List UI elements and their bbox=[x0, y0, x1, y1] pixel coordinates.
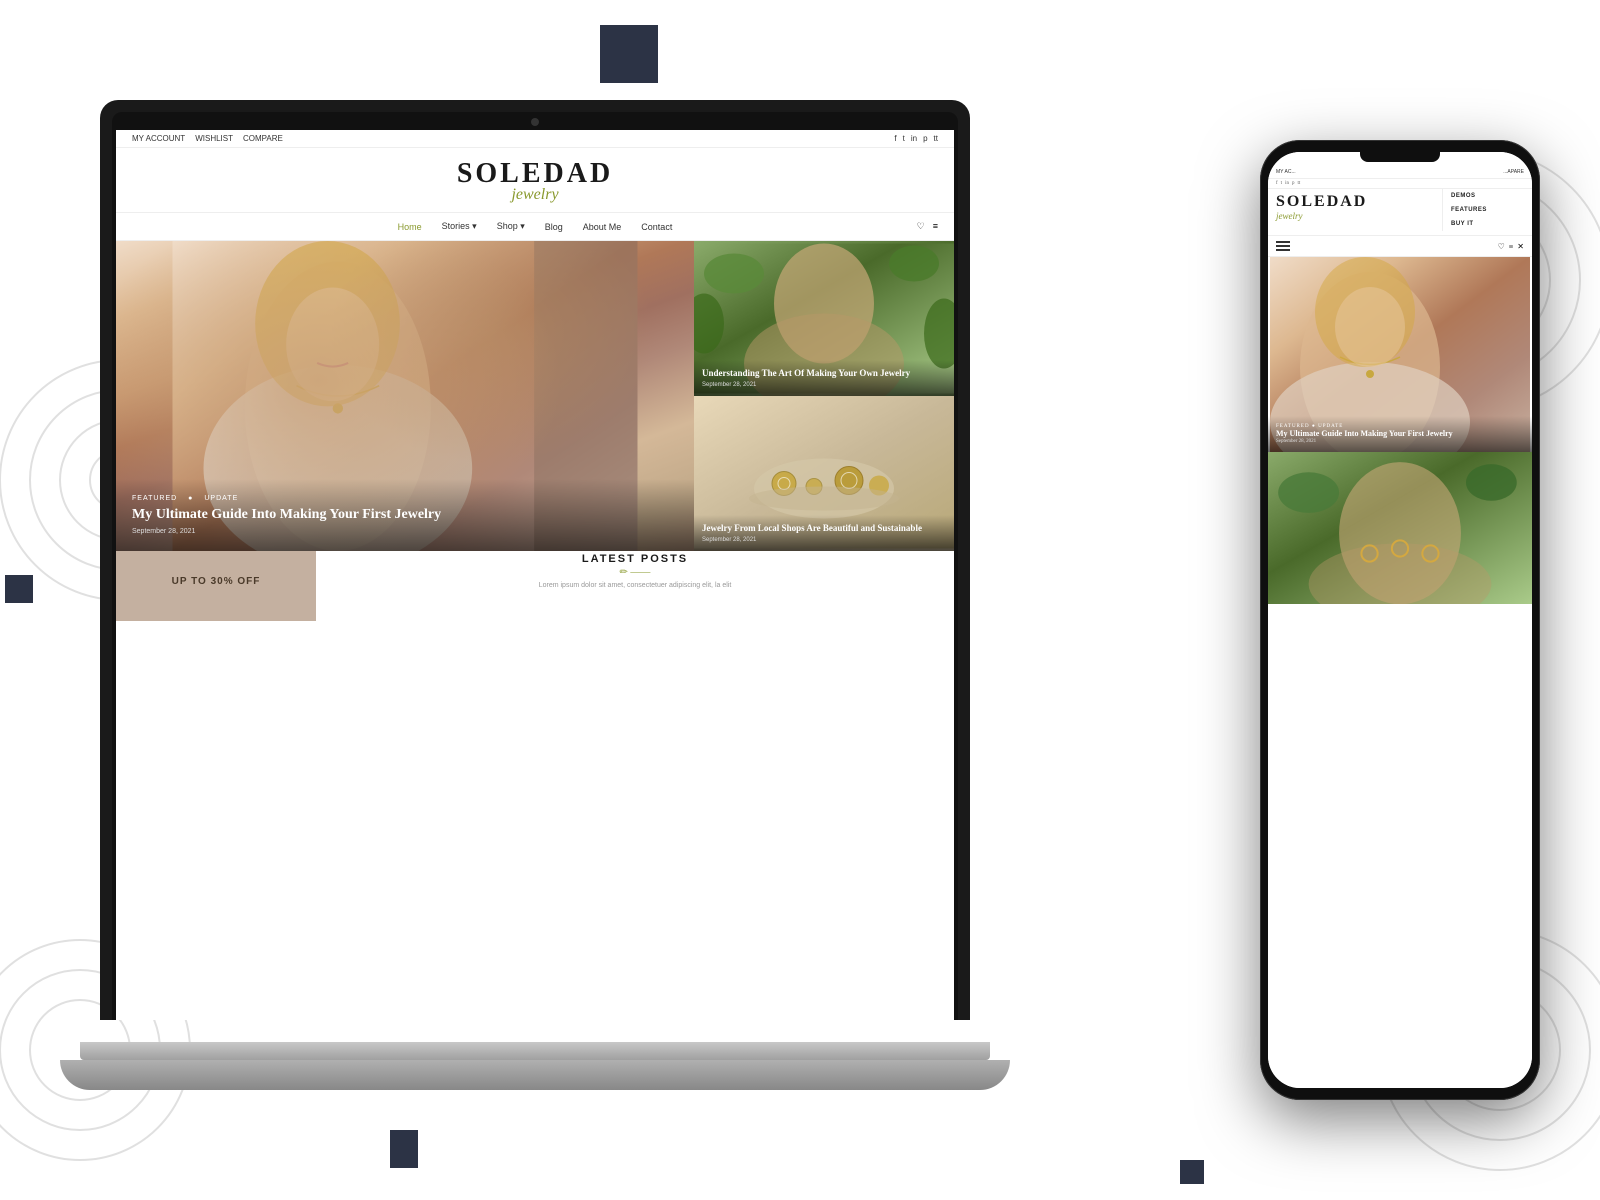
side-post-2-overlay: Jewelry From Local Shops Are Beautiful a… bbox=[694, 515, 954, 551]
phone-side-img[interactable] bbox=[1268, 452, 1532, 609]
side-post-1-title: Understanding The Art Of Making Your Own… bbox=[702, 368, 946, 380]
nav-home[interactable]: Home bbox=[398, 222, 422, 232]
phone-features-link[interactable]: FEATURES bbox=[1451, 207, 1524, 213]
hero-overlay: FEATURED ● UPDATE My Ultimate Guide Into… bbox=[116, 479, 694, 551]
phone-badge-featured: FEATURED bbox=[1276, 424, 1310, 429]
laptop-camera bbox=[531, 118, 539, 126]
pinterest-icon[interactable]: p bbox=[923, 134, 927, 143]
tiktok-icon[interactable]: tt bbox=[934, 134, 938, 143]
topbar-nav: MY ACCOUNT WISHLIST COMPARE bbox=[132, 134, 283, 143]
phone-buyit-link[interactable]: BUY IT bbox=[1451, 221, 1524, 227]
site-logo-sub[interactable]: jewelry bbox=[116, 186, 954, 204]
phone-hamburger[interactable] bbox=[1276, 239, 1290, 253]
side-post-1-overlay: Understanding The Art Of Making Your Own… bbox=[694, 360, 954, 396]
edit-icon: ✏ —— bbox=[336, 567, 934, 578]
phone-fb-icon[interactable]: f bbox=[1276, 181, 1278, 186]
side-post-2-title: Jewelry From Local Shops Are Beautiful a… bbox=[702, 523, 946, 535]
phone-website: MY AC... ...APARE f t in p tt SOL bbox=[1268, 152, 1532, 1088]
badge-dot: ● bbox=[188, 495, 193, 502]
phone-tw-icon[interactable]: t bbox=[1281, 181, 1282, 186]
phone-hero-title[interactable]: My Ultimate Guide Into Making Your First… bbox=[1276, 429, 1524, 439]
phone-body: MY AC... ...APARE f t in p tt SOL bbox=[1260, 140, 1540, 1100]
latest-excerpt: Lorem ipsum dolor sit amet, consectetuer… bbox=[336, 582, 934, 589]
hero-date: September 28, 2021 bbox=[132, 528, 678, 535]
nav-blog[interactable]: Blog bbox=[545, 222, 563, 232]
nav-icons: ♡ ≡ bbox=[917, 221, 938, 232]
phone-search-icon[interactable]: ✕ bbox=[1517, 242, 1524, 251]
laptop-foot bbox=[60, 1060, 1010, 1090]
phone-topbar-right: ...APARE bbox=[1503, 169, 1524, 175]
hero-title[interactable]: My Ultimate Guide Into Making Your First… bbox=[132, 506, 678, 524]
phone-sidebar-menu: DEMOS FEATURES BUY IT bbox=[1442, 189, 1532, 231]
instagram-icon[interactable]: in bbox=[911, 134, 917, 143]
hero-main-post[interactable]: FEATURED ● UPDATE My Ultimate Guide Into… bbox=[116, 241, 694, 551]
side-posts: Understanding The Art Of Making Your Own… bbox=[694, 241, 954, 551]
laptop-screen: MY ACCOUNT WISHLIST COMPARE f t in p tt bbox=[116, 130, 954, 1020]
main-scene: MY ACCOUNT WISHLIST COMPARE f t in p tt bbox=[100, 60, 1540, 1120]
hero-grid: FEATURED ● UPDATE My Ultimate Guide Into… bbox=[116, 241, 954, 541]
site-nav: Home Stories ▾ Shop ▾ Blog About Me Cont… bbox=[116, 213, 954, 241]
side-post-2[interactable]: Jewelry From Local Shops Are Beautiful a… bbox=[694, 396, 954, 551]
phone-social-bar: f t in p tt bbox=[1268, 179, 1532, 189]
laptop-body: MY ACCOUNT WISHLIST COMPARE f t in p tt bbox=[100, 100, 970, 1020]
phone-notch bbox=[1360, 152, 1440, 162]
nav-about[interactable]: About Me bbox=[583, 222, 622, 232]
topbar-social: f t in p tt bbox=[894, 134, 938, 143]
site-header: SOLEDAD jewelry bbox=[116, 148, 954, 213]
twitter-icon[interactable]: t bbox=[903, 134, 905, 143]
latest-posts-section: LATEST POSTS ✏ —— Lorem ipsum dolor sit … bbox=[316, 541, 954, 621]
phone-wishlist-icon[interactable]: ♡ bbox=[1498, 242, 1505, 251]
phone-badge-update: UPDATE bbox=[1318, 424, 1343, 429]
laptop-website: MY ACCOUNT WISHLIST COMPARE f t in p tt bbox=[116, 130, 954, 1020]
phone-tt-icon[interactable]: tt bbox=[1297, 181, 1300, 186]
site-topbar: MY ACCOUNT WISHLIST COMPARE f t in p tt bbox=[116, 130, 954, 148]
topbar-my-account[interactable]: MY ACCOUNT bbox=[132, 134, 185, 143]
phone-hero-date: September 28, 2021 bbox=[1276, 439, 1524, 444]
side-post-2-date: September 28, 2021 bbox=[702, 537, 946, 543]
phone-hero-overlay: FEATURED ● UPDATE My Ultimate Guide Into… bbox=[1268, 416, 1532, 452]
side-post-1[interactable]: Understanding The Art Of Making Your Own… bbox=[694, 241, 954, 396]
nav-stories[interactable]: Stories ▾ bbox=[442, 221, 477, 232]
laptop-bezel: MY ACCOUNT WISHLIST COMPARE f t in p tt bbox=[112, 112, 958, 1020]
phone-topbar-left: MY AC... bbox=[1276, 169, 1296, 175]
phone-logo-sub[interactable]: jewelry bbox=[1276, 211, 1434, 221]
site-bottom: UP TO 30% OFF LATEST POSTS ✏ —— Lorem ip… bbox=[116, 541, 954, 621]
promo-text: UP TO 30% OFF bbox=[172, 576, 261, 587]
nav-shop[interactable]: Shop ▾ bbox=[497, 221, 525, 232]
phone-side-svg bbox=[1268, 452, 1532, 604]
nav-contact[interactable]: Contact bbox=[641, 222, 672, 232]
badge-featured: FEATURED bbox=[132, 495, 177, 502]
phone-mockup: MY AC... ...APARE f t in p tt SOL bbox=[1260, 140, 1540, 1100]
laptop-mockup: MY ACCOUNT WISHLIST COMPARE f t in p tt bbox=[100, 60, 970, 1120]
phone-hero-img[interactable]: FEATURED ● UPDATE My Ultimate Guide Into… bbox=[1268, 257, 1532, 452]
topbar-wishlist[interactable]: WISHLIST bbox=[195, 134, 233, 143]
promo-box[interactable]: UP TO 30% OFF bbox=[116, 541, 316, 621]
latest-posts-title: LATEST POSTS bbox=[336, 553, 934, 565]
site-logo-main[interactable]: SOLEDAD bbox=[116, 160, 954, 188]
phone-nav-bar: ♡ ≡ ✕ bbox=[1268, 236, 1532, 257]
topbar-compare[interactable]: COMPARE bbox=[243, 134, 283, 143]
phone-topbar: MY AC... ...APARE bbox=[1268, 166, 1532, 179]
laptop-base bbox=[80, 1042, 990, 1060]
phone-logo-main[interactable]: SOLEDAD bbox=[1276, 193, 1434, 211]
phone-logo-area: SOLEDAD jewelry bbox=[1268, 189, 1442, 225]
phone-screen: MY AC... ...APARE f t in p tt SOL bbox=[1268, 152, 1532, 1088]
phone-header: SOLEDAD jewelry DEMOS FEATURES BUY IT bbox=[1268, 189, 1532, 236]
phone-demos-link[interactable]: DEMOS bbox=[1451, 193, 1524, 199]
phone-ig-icon[interactable]: in bbox=[1285, 181, 1289, 186]
side-post-1-date: September 28, 2021 bbox=[702, 382, 946, 388]
facebook-icon[interactable]: f bbox=[894, 134, 896, 143]
phone-menu-icon[interactable]: ≡ bbox=[1509, 242, 1514, 251]
hero-badges: FEATURED ● UPDATE bbox=[132, 495, 678, 502]
badge-update: UPDATE bbox=[204, 495, 238, 502]
menu-icon[interactable]: ≡ bbox=[933, 221, 938, 232]
wishlist-icon[interactable]: ♡ bbox=[917, 221, 925, 232]
phone-pt-icon[interactable]: p bbox=[1292, 181, 1295, 186]
